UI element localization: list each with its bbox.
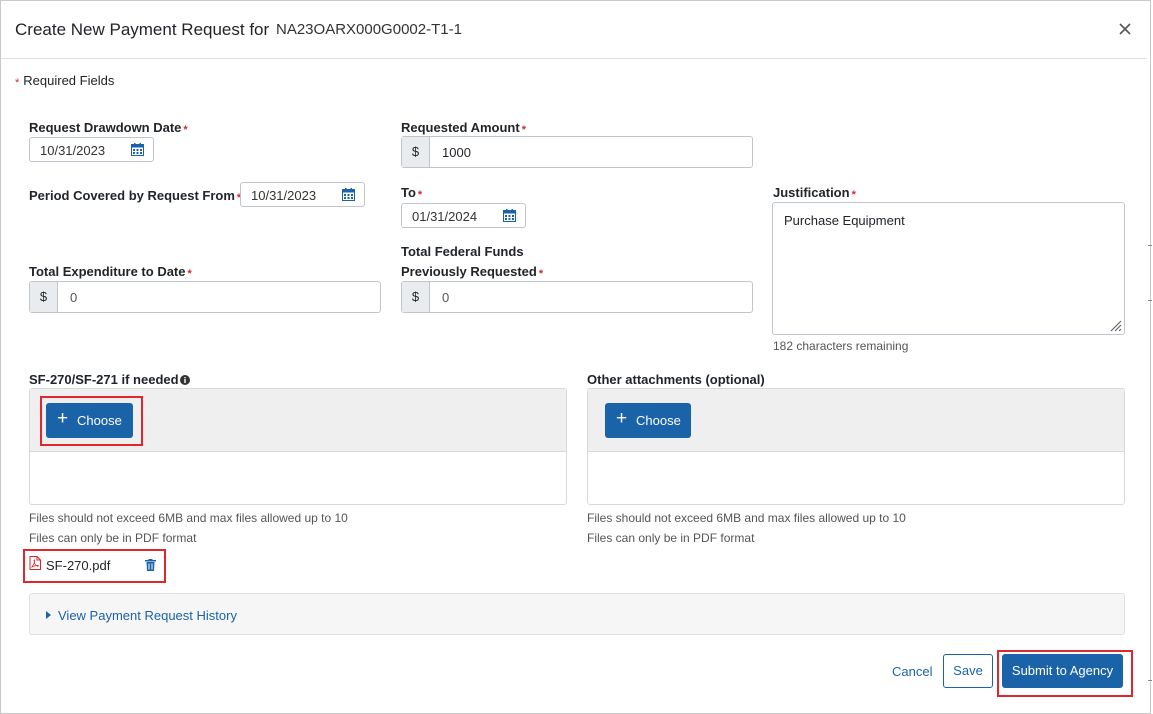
close-icon[interactable] bbox=[1115, 19, 1135, 39]
scroll-marker bbox=[1148, 245, 1152, 246]
payment-history-panel[interactable]: View Payment Request History bbox=[29, 593, 1125, 635]
plus-icon: + bbox=[616, 408, 628, 429]
other-attachment-label: Other attachments (optional) bbox=[587, 372, 765, 387]
period-to-field[interactable]: 01/31/2024 bbox=[401, 203, 526, 228]
view-payment-history-link[interactable]: View Payment Request History bbox=[58, 608, 237, 623]
characters-remaining: 182 characters remaining bbox=[773, 339, 909, 353]
justification-label: Justification * bbox=[773, 185, 856, 201]
period-to-label: To * bbox=[401, 185, 423, 201]
payment-request-modal: Create New Payment Request for NA23OARX0… bbox=[0, 0, 1151, 714]
total-federal-funds-field[interactable]: $ 0 bbox=[401, 281, 753, 313]
resize-handle-icon[interactable] bbox=[1108, 318, 1122, 332]
save-button[interactable]: Save bbox=[943, 654, 993, 688]
caret-right-icon bbox=[46, 611, 51, 619]
dollar-prefix: $ bbox=[30, 282, 58, 312]
sf-format-hint: Files can only be in PDF format bbox=[29, 531, 197, 545]
request-drawdown-date-field[interactable]: 10/31/2023 bbox=[29, 137, 154, 162]
total-expenditure-label: Total Expenditure to Date * bbox=[29, 264, 192, 280]
calendar-icon[interactable] bbox=[503, 209, 516, 222]
sf-size-hint: Files should not exceed 6MB and max file… bbox=[29, 511, 348, 525]
total-federal-funds-label: Total Federal Funds bbox=[401, 244, 524, 259]
sf-attachment-label: SF-270/SF-271 if needed bbox=[29, 372, 190, 387]
dollar-prefix: $ bbox=[402, 137, 430, 167]
request-drawdown-date-label: Request Drawdown Date * bbox=[29, 120, 188, 136]
requested-amount-label: Requested Amount * bbox=[401, 120, 526, 136]
period-from-label: Period Covered by Request From* bbox=[29, 188, 241, 204]
scroll-marker bbox=[1148, 300, 1152, 301]
justification-textarea[interactable]: Purchase Equipment bbox=[772, 202, 1125, 335]
calendar-icon[interactable] bbox=[131, 143, 144, 156]
scroll-marker bbox=[1148, 680, 1152, 681]
other-format-hint: Files can only be in PDF format bbox=[587, 531, 755, 545]
modal-title: Create New Payment Request for bbox=[15, 20, 270, 39]
cancel-button[interactable]: Cancel bbox=[892, 664, 932, 679]
highlight-choose bbox=[40, 396, 143, 446]
calendar-icon[interactable] bbox=[342, 188, 355, 201]
dollar-prefix: $ bbox=[402, 282, 430, 312]
info-icon[interactable] bbox=[179, 375, 190, 385]
requested-amount-field[interactable]: $ 1000 bbox=[401, 136, 753, 168]
period-from-field[interactable]: 10/31/2023 bbox=[240, 182, 365, 207]
highlight-submit bbox=[997, 650, 1133, 697]
modal-header: Create New Payment Request for NA23OARX0… bbox=[1, 1, 1147, 59]
required-marker: * bbox=[15, 77, 20, 89]
previously-requested-label: Previously Requested * bbox=[401, 264, 544, 280]
required-fields-note: * Required Fields bbox=[15, 73, 115, 89]
highlight-file bbox=[23, 549, 166, 583]
total-expenditure-field[interactable]: $ 0 bbox=[29, 281, 381, 313]
other-size-hint: Files should not exceed 6MB and max file… bbox=[587, 511, 906, 525]
other-choose-button[interactable]: + Choose bbox=[605, 403, 691, 438]
award-number: NA23OARX000G0002-T1-1 bbox=[276, 21, 462, 38]
